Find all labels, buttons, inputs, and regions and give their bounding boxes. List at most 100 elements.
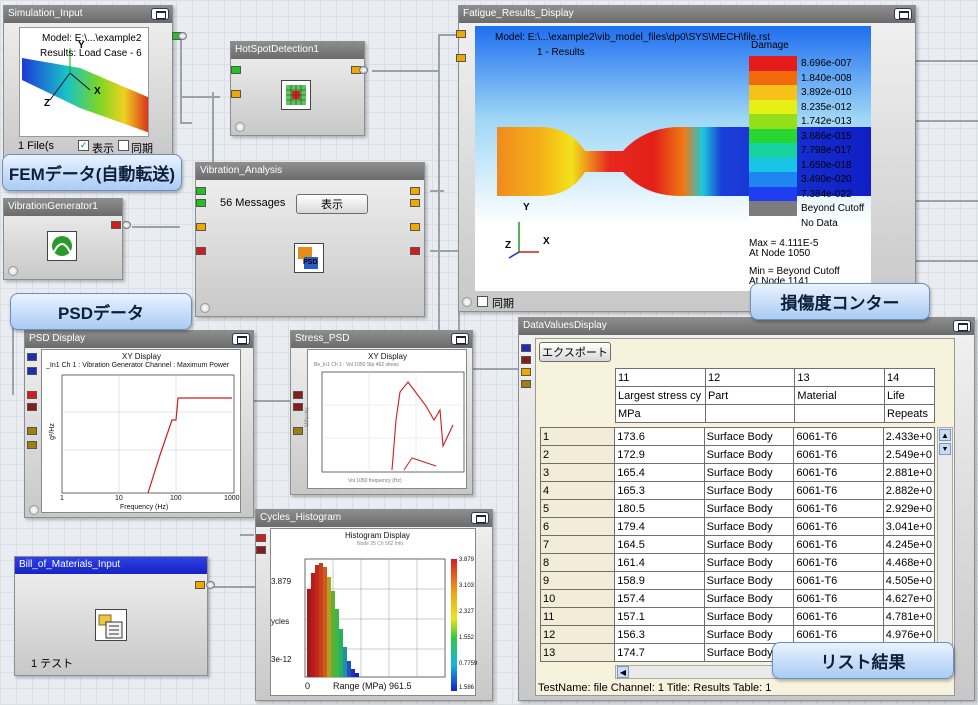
input-port[interactable] xyxy=(521,356,531,364)
table-cell[interactable]: 6061-T6 xyxy=(793,481,884,500)
table-cell[interactable]: 2.549e+0 xyxy=(882,445,936,464)
column-name[interactable]: Largest stress cy xyxy=(615,386,706,405)
table-cell[interactable]: 156.3 xyxy=(614,625,705,644)
psd-chart[interactable]: XY Display _In1 Ch 1 : Vibration Generat… xyxy=(41,349,241,513)
vibration-analysis-panel[interactable]: Vibration_Analysis 56 Messages 表示 PSD xyxy=(195,162,425,317)
maximize-icon[interactable] xyxy=(953,320,971,332)
stress-psd-chart[interactable]: XY Display Be_In1 Ch 1 : Vol 1050 Stp 46… xyxy=(305,349,467,489)
input-port[interactable] xyxy=(256,534,266,542)
table-cell[interactable]: 6061-T6 xyxy=(793,463,884,482)
panel-title[interactable]: Vibration_Analysis xyxy=(196,163,424,180)
row-number[interactable]: 13 xyxy=(539,643,616,662)
cycles-histogram-panel[interactable]: Cycles_Histogram Histogram Display Node … xyxy=(255,509,493,701)
table-cell[interactable]: 2.929e+0 xyxy=(882,499,936,518)
input-port[interactable] xyxy=(456,54,466,62)
bom-input-panel[interactable]: Bill_of_Materials_Input 1 テスト xyxy=(14,556,215,676)
table-cell[interactable]: 6061-T6 xyxy=(793,607,884,626)
panel-title[interactable]: Cycles_Histogram xyxy=(256,510,492,527)
table-cell[interactable]: 6061-T6 xyxy=(793,589,884,608)
input-port[interactable] xyxy=(27,367,37,375)
input-port[interactable] xyxy=(196,187,206,195)
input-port[interactable] xyxy=(27,353,37,361)
table-cell[interactable]: 164.5 xyxy=(614,535,705,554)
show-messages-button[interactable]: 表示 xyxy=(296,194,368,214)
input-port[interactable] xyxy=(293,391,303,399)
table-cell[interactable]: 180.5 xyxy=(614,499,705,518)
output-port[interactable] xyxy=(410,199,420,207)
table-cell[interactable]: 161.4 xyxy=(614,553,705,572)
scroll-thumb[interactable]: ▼ xyxy=(939,443,951,455)
input-port[interactable] xyxy=(231,66,241,74)
table-cell[interactable]: Surface Body xyxy=(703,499,795,518)
table-cell[interactable]: 4.627e+0 xyxy=(882,589,936,608)
table-cell[interactable]: Surface Body xyxy=(703,589,795,608)
vertical-scrollbar[interactable]: ▲ ▼ xyxy=(937,427,953,665)
table-cell[interactable]: 6061-T6 xyxy=(793,517,884,536)
table-cell[interactable]: 6061-T6 xyxy=(793,427,884,446)
input-port[interactable] xyxy=(521,380,531,388)
table-cell[interactable]: 173.6 xyxy=(614,427,705,446)
row-number[interactable]: 3 xyxy=(539,463,616,482)
hotspot-detection-panel[interactable]: HotSpotDetection1 xyxy=(230,41,368,136)
input-port[interactable] xyxy=(231,90,241,98)
table-cell[interactable]: 2.433e+0 xyxy=(882,427,936,446)
panel-title[interactable]: HotSpotDetection1 xyxy=(231,42,364,59)
table-row[interactable]: 9 158.9 Surface Body 6061-T6 4.505e+0 xyxy=(539,571,936,590)
sync-checkbox[interactable] xyxy=(118,140,129,151)
table-cell[interactable]: 4.468e+0 xyxy=(882,553,936,572)
input-port[interactable] xyxy=(196,247,206,255)
table-cell[interactable]: 165.4 xyxy=(614,463,705,482)
table-cell[interactable]: Surface Body xyxy=(703,445,795,464)
panel-title[interactable]: Stress_PSD xyxy=(291,331,472,348)
table-cell[interactable]: 2.882e+0 xyxy=(882,481,936,500)
table-cell[interactable]: Surface Body xyxy=(703,607,795,626)
table-cell[interactable]: 6061-T6 xyxy=(793,553,884,572)
row-number[interactable]: 4 xyxy=(539,481,616,500)
port-knob[interactable] xyxy=(206,581,215,589)
maximize-icon[interactable] xyxy=(451,333,469,345)
column-name[interactable]: Material xyxy=(794,386,885,405)
row-number[interactable]: 12 xyxy=(539,625,616,644)
maximize-icon[interactable] xyxy=(232,333,250,345)
input-port[interactable] xyxy=(521,344,531,352)
table-row[interactable]: 11 157.1 Surface Body 6061-T6 4.781e+0 xyxy=(539,607,936,626)
table-row[interactable]: 1 173.6 Surface Body 6061-T6 2.433e+0 xyxy=(539,427,936,446)
table-cell[interactable]: Surface Body xyxy=(703,625,795,644)
table-cell[interactable]: 6061-T6 xyxy=(793,571,884,590)
panel-title[interactable]: Bill_of_Materials_Input xyxy=(15,557,207,574)
table-cell[interactable]: 6061-T6 xyxy=(793,499,884,518)
table-cell[interactable]: Surface Body xyxy=(703,571,795,590)
table-cell[interactable]: Surface Body xyxy=(703,553,795,572)
fatigue-results-panel[interactable]: Fatigue_Results_Display Model: E:\...\ex… xyxy=(456,5,916,312)
column-number[interactable]: 12 xyxy=(704,368,796,387)
output-port[interactable] xyxy=(410,187,420,195)
table-cell[interactable]: Surface Body xyxy=(703,517,795,536)
row-number[interactable]: 11 xyxy=(539,607,616,626)
maximize-icon[interactable] xyxy=(151,8,169,20)
port-knob[interactable] xyxy=(122,221,131,229)
table-cell[interactable]: 172.9 xyxy=(614,445,705,464)
table-cell[interactable]: 6061-T6 xyxy=(793,535,884,554)
table-cell[interactable]: 4.781e+0 xyxy=(882,607,936,626)
table-cell[interactable]: 179.4 xyxy=(614,517,705,536)
table-cell[interactable]: 2.881e+0 xyxy=(882,463,936,482)
input-port[interactable] xyxy=(27,441,37,449)
simulation-input-panel[interactable]: Simulation_Input Model: E:\...\example2 … xyxy=(3,5,187,160)
table-cell[interactable]: 4.976e+0 xyxy=(882,625,936,644)
panel-title[interactable]: DataValuesDisplay xyxy=(519,318,974,335)
table-cell[interactable]: 6061-T6 xyxy=(793,445,884,464)
show-checkbox[interactable]: ✓ xyxy=(78,140,89,151)
input-port[interactable] xyxy=(27,391,37,399)
stress-psd-panel[interactable]: Stress_PSD XY Display Be_In1 Ch 1 : Vol … xyxy=(290,330,473,495)
column-name[interactable]: Part xyxy=(704,386,796,405)
export-button[interactable]: エクスポート xyxy=(539,342,611,362)
column-number[interactable]: 14 xyxy=(884,368,935,387)
table-cell[interactable]: 4.245e+0 xyxy=(882,535,936,554)
table-cell[interactable]: 3.041e+0 xyxy=(882,517,936,536)
table-row[interactable]: 6 179.4 Surface Body 6061-T6 3.041e+0 xyxy=(539,517,936,536)
input-port[interactable] xyxy=(456,30,466,38)
row-number[interactable]: 2 xyxy=(539,445,616,464)
output-port[interactable] xyxy=(111,221,121,229)
table-row[interactable]: 4 165.3 Surface Body 6061-T6 2.882e+0 xyxy=(539,481,936,500)
table-cell[interactable]: 158.9 xyxy=(614,571,705,590)
